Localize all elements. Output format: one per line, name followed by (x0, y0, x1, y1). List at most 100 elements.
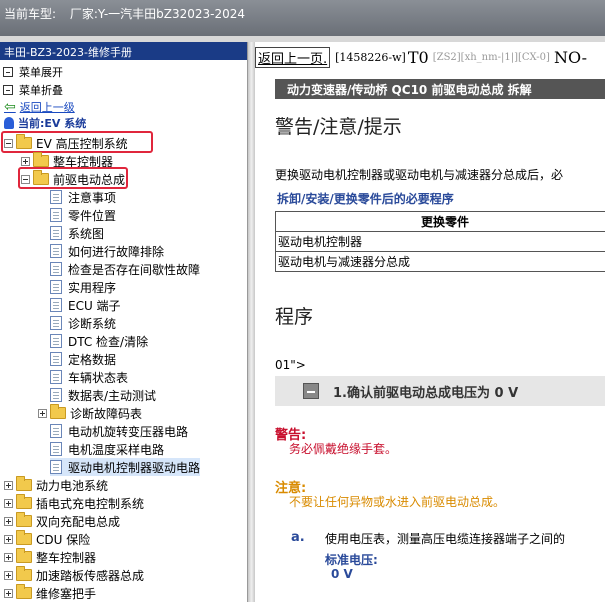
expand-node-icon[interactable] (4, 516, 13, 526)
tree-item[interactable]: 动力电池系统 (4, 476, 108, 494)
sidebar-header: 丰田-BZ3-2023-维修手册 (0, 42, 247, 60)
substep-letter: a. (291, 530, 305, 545)
warning-text: 务必佩戴绝缘手套。 (289, 442, 398, 456)
current-system-label: 当前:EV 系统 (18, 117, 87, 130)
content-pane: 返回上一页. [1458226-w] T0 [ZS2][xh_nm-|1|][C… (255, 42, 605, 602)
tree-item[interactable]: 诊断系统 (50, 314, 116, 332)
tree-item[interactable]: 插电式充电控制系统 (4, 494, 144, 512)
tree-item-label: 整车控制器 (36, 550, 97, 565)
document-icon (50, 442, 62, 456)
tree-item[interactable]: 加速踏板传感器总成 (4, 566, 144, 584)
document-icon (50, 334, 62, 348)
expand-all-button[interactable]: 菜单展开 (3, 64, 244, 80)
car-value: 厂家:Y-一汽丰田bZ32023-2024 (69, 7, 246, 21)
tree-item-label: 诊断系统 (68, 316, 117, 331)
doc-zs-tag: [ZS2][xh_nm-|1|][CX-0] (432, 51, 550, 63)
document-icon (50, 352, 62, 366)
highlight-box (1, 131, 153, 153)
collapse-all-button[interactable]: 菜单折叠 (3, 82, 244, 98)
table-cell: 驱动电机与减速器分总成 (275, 251, 605, 272)
tree-item-label: 系统图 (68, 226, 105, 241)
collapse-step-icon[interactable] (303, 383, 319, 399)
folder-icon (50, 404, 66, 419)
step-1-header[interactable]: 1.确认前驱电动总成电压为 0 V (275, 376, 605, 406)
tree-item[interactable]: 零件位置 (50, 206, 116, 224)
car-label: 当前车型: (4, 7, 57, 21)
document-icon (50, 424, 62, 438)
collapse-icon (3, 85, 13, 95)
tree-item[interactable]: 驱动电机控制器驱动电路 (50, 458, 201, 476)
tree-item[interactable]: 维修塞把手 (4, 584, 96, 602)
tree-item-label: 定格数据 (68, 352, 117, 367)
tree-item-label: 零件位置 (68, 208, 117, 223)
tree-item[interactable]: 车辆状态表 (50, 368, 128, 386)
tree-item[interactable]: 注意事项 (50, 188, 116, 206)
procedure-link[interactable]: 拆卸/安装/更换零件后的必要程序 (277, 190, 454, 207)
expand-node-icon[interactable] (4, 570, 13, 580)
document-icon (50, 226, 62, 240)
tree-item[interactable]: 电动机旋转变压器电路 (50, 422, 188, 440)
document-icon (50, 298, 62, 312)
expand-node-icon[interactable] (21, 156, 30, 166)
sidebar-tools: 菜单展开 菜单折叠 (0, 60, 247, 100)
expand-node-icon[interactable] (4, 588, 13, 598)
expand-node-icon[interactable] (38, 408, 47, 418)
expand-node-icon[interactable] (4, 552, 13, 562)
stray-markup-text: 01"> (275, 358, 306, 372)
intro-text: 更换驱动电机控制器或驱动电机与减速器分总成后，必 (275, 168, 564, 182)
tree-item[interactable]: 检查是否存在间歇性故障 (50, 260, 200, 278)
tree-item[interactable]: 数据表/主动测试 (50, 386, 156, 404)
tree-item-label: 诊断故障码表 (70, 406, 143, 421)
tree-item[interactable]: 如何进行故障排除 (50, 242, 164, 260)
substep-text: 使用电压表，测量高压电缆连接器端子之间的 (325, 532, 566, 546)
folder-icon (16, 512, 32, 527)
parts-table: 更换零件 驱动电机控制器 驱动电机与减速器分总成 (275, 211, 605, 272)
tree-item-label: 驱动电机控制器驱动电路 (68, 460, 201, 475)
document-icon (50, 388, 62, 402)
tree-item[interactable]: 双向充配电总成 (4, 512, 120, 530)
tree-item[interactable]: 定格数据 (50, 350, 116, 368)
folder-icon (16, 584, 32, 599)
document-icon (50, 208, 62, 222)
expand-node-icon[interactable] (4, 534, 13, 544)
doc-code: [1458226-w] (335, 50, 406, 64)
caution-text: 不要让任何异物或水进入前驱电动总成。 (289, 495, 506, 509)
content-header: 返回上一页. [1458226-w] T0 [ZS2][xh_nm-|1|][C… (255, 46, 605, 68)
table-cell: 驱动电机控制器 (275, 231, 605, 252)
tree-item[interactable]: 电机温度采样电路 (50, 440, 164, 458)
tree-item-label: 车辆状态表 (68, 370, 129, 385)
tree-item[interactable]: 整车控制器 (4, 548, 96, 566)
tree-item-label: CDU 保险 (36, 532, 91, 547)
expand-node-icon[interactable] (4, 480, 13, 490)
parts-table-header: 更换零件 (275, 211, 605, 232)
tree-item[interactable]: 实用程序 (50, 278, 116, 296)
tree-item[interactable]: DTC 检查/清除 (50, 332, 148, 350)
tree-item-label: 检查是否存在间歇性故障 (68, 262, 201, 277)
prev-page-link[interactable]: 返回上一页. (255, 46, 331, 68)
document-icon (50, 370, 62, 384)
tree-item[interactable]: CDU 保险 (4, 530, 90, 548)
pane-splitter[interactable] (248, 42, 255, 602)
document-icon (50, 460, 62, 474)
highlight-box (18, 167, 128, 189)
expand-node-icon[interactable] (4, 498, 13, 508)
folder-icon (16, 530, 32, 545)
table-row: 驱动电机与减速器分总成 (275, 251, 605, 272)
folder-icon (16, 494, 32, 509)
tree-item[interactable]: 诊断故障码表 (38, 404, 142, 422)
tree-item-label: 插电式充电控制系统 (36, 496, 145, 511)
back-link[interactable]: ⇦ 返回上一级 (4, 99, 75, 115)
tree-item-label: 加速踏板传感器总成 (36, 568, 145, 583)
sidebar: 丰田-BZ3-2023-维修手册 菜单展开 菜单折叠 ⇦ 返回上一级 当前:EV… (0, 42, 248, 602)
table-row: 驱动电机控制器 (275, 231, 605, 252)
back-arrow-icon: ⇦ (4, 99, 16, 115)
location-pin-icon (4, 117, 14, 129)
tree-item[interactable]: 系统图 (50, 224, 104, 242)
tree-item-label: 电机温度采样电路 (68, 442, 165, 457)
folder-icon (16, 566, 32, 581)
section-bar: 动力变速器/传动桥 QC10 前驱电动总成 拆解 (275, 79, 605, 99)
tree-item[interactable]: ECU 端子 (50, 296, 121, 314)
tree-item-label: 电动机旋转变压器电路 (68, 424, 189, 439)
folder-icon (16, 476, 32, 491)
back-link-label: 返回上一级 (19, 101, 75, 114)
